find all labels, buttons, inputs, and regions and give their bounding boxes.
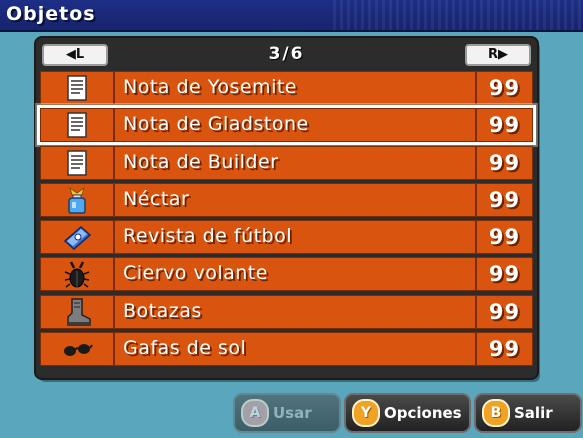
options-button[interactable]: Y Opciones bbox=[344, 393, 471, 433]
item-row[interactable]: Nota de Builder 99 bbox=[40, 145, 533, 180]
item-row[interactable]: Nota de Yosemite 99 bbox=[40, 71, 533, 105]
item-quantity: 99 bbox=[475, 295, 532, 328]
stag-beetle-icon bbox=[64, 261, 90, 289]
item-quantity: 99 bbox=[475, 109, 532, 142]
boot-icon bbox=[67, 298, 91, 326]
item-list: Nota de Yosemite 99 Nota de Gladstone 99 bbox=[37, 71, 536, 369]
use-button[interactable]: A Usar bbox=[233, 393, 341, 433]
pager: ◀L 3/6 R▶ bbox=[36, 38, 537, 68]
a-key-icon: A bbox=[241, 399, 269, 427]
page-right-button[interactable]: R▶ bbox=[465, 44, 531, 66]
exit-button-label: Salir bbox=[514, 404, 553, 422]
item-row[interactable]: Néctar 99 bbox=[40, 182, 533, 217]
item-row[interactable]: Ciervo volante 99 bbox=[40, 257, 533, 292]
options-button-label: Opciones bbox=[384, 404, 462, 422]
note-icon bbox=[67, 75, 87, 101]
item-name: Botazas bbox=[123, 299, 202, 322]
item-row[interactable]: Revista de fútbol 99 bbox=[40, 220, 533, 255]
item-quantity: 99 bbox=[475, 72, 532, 104]
exit-button[interactable]: B Salir bbox=[474, 393, 582, 433]
nectar-bottle-icon bbox=[68, 186, 86, 214]
item-name: Gafas de sol bbox=[123, 337, 247, 360]
sunglasses-icon bbox=[64, 344, 93, 357]
item-quantity: 99 bbox=[475, 146, 532, 179]
item-name: Nota de Gladstone bbox=[123, 113, 309, 136]
item-quantity: 99 bbox=[475, 258, 532, 291]
y-key-icon: Y bbox=[352, 399, 380, 427]
item-name: Ciervo volante bbox=[123, 262, 268, 285]
b-key-icon: B bbox=[482, 399, 510, 427]
note-icon bbox=[67, 149, 87, 176]
use-button-label: Usar bbox=[273, 404, 312, 422]
item-quantity: 99 bbox=[475, 183, 532, 216]
action-bar: A Usar Y Opciones B Salir bbox=[0, 393, 583, 438]
magazine-icon bbox=[63, 226, 92, 251]
item-name: Néctar bbox=[123, 187, 190, 210]
title-bar-pattern bbox=[333, 0, 583, 30]
item-quantity: 99 bbox=[475, 221, 532, 254]
item-row[interactable]: Gafas de sol 99 bbox=[40, 332, 533, 367]
item-name: Nota de Yosemite bbox=[123, 76, 297, 98]
item-row-selected[interactable]: Nota de Gladstone 99 bbox=[37, 105, 536, 146]
title-bar: Objetos bbox=[0, 0, 583, 32]
page-title: Objetos bbox=[6, 3, 96, 25]
item-row[interactable]: Botazas 99 bbox=[40, 294, 533, 329]
page-indicator: 3/6 bbox=[268, 44, 305, 64]
item-quantity: 99 bbox=[475, 333, 532, 366]
item-name: Nota de Builder bbox=[123, 150, 279, 173]
note-icon bbox=[67, 112, 87, 139]
item-list-panel: ◀L 3/6 R▶ Nota de Yosemite 99 Nota de Gl… bbox=[36, 38, 537, 378]
item-name: Revista de fútbol bbox=[123, 225, 293, 248]
